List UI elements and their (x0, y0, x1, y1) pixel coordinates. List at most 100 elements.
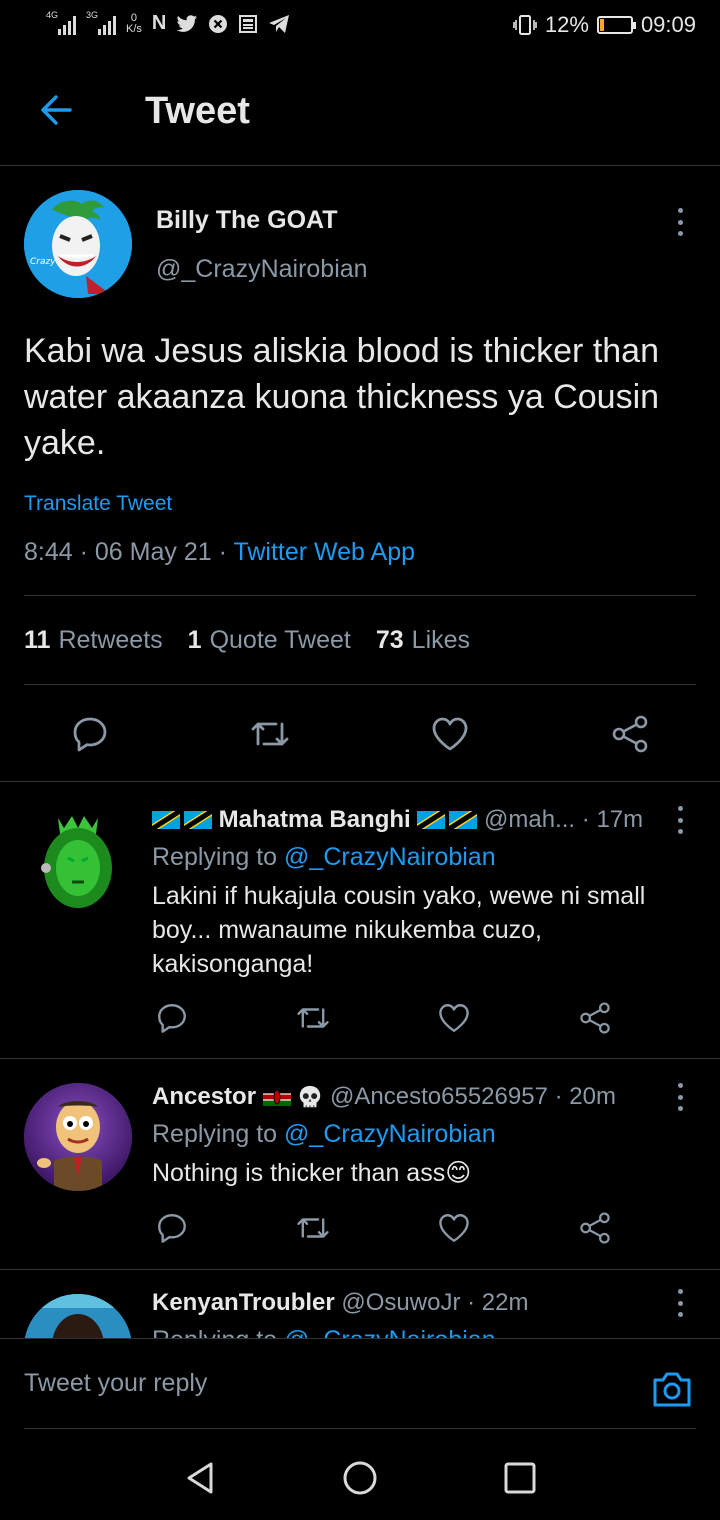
retweets-stat[interactable]: 11 Retweets (24, 626, 163, 655)
nav-back-button[interactable] (180, 1458, 220, 1498)
signal-icon-2 (98, 13, 116, 35)
replying-to: Replying to @_CrazyNairobian (152, 1120, 496, 1148)
heart-icon (439, 1214, 469, 1242)
reply-more-button[interactable] (670, 802, 690, 838)
reply-underline (24, 1428, 696, 1429)
network-type-1: 4G (46, 9, 59, 20)
reply-author-name[interactable]: Ancestor (152, 1083, 256, 1110)
battery-percent: 12% (544, 12, 589, 37)
replying-to-link[interactable]: @_CrazyNairobian (284, 1120, 496, 1148)
clock: 09:09 (640, 12, 696, 37)
telegram-icon (269, 14, 290, 33)
divider (0, 781, 720, 782)
twitter-bird-icon (176, 14, 198, 32)
kenya-flag-icon (262, 1088, 291, 1106)
reply-header: Ancestor @Ancesto65526957 · 20m (152, 1083, 616, 1110)
divider (0, 1269, 720, 1270)
svg-text:Crazy: Crazy (30, 257, 56, 267)
tweet-stats: 11 Retweets 1 Quote Tweet 73 Likes (24, 626, 470, 655)
share-button[interactable] (575, 998, 615, 1038)
reply-author-handle[interactable]: @OsuwoJr (341, 1289, 460, 1316)
tweet-meta: 8:44 · 06 May 21 · Twitter Web App (24, 538, 416, 566)
author-name[interactable]: Billy The GOAT (156, 206, 338, 235)
replying-to: Replying to @_CrazyNairobian (152, 843, 496, 871)
divider (24, 684, 696, 685)
back-button[interactable] (32, 86, 80, 134)
triangle-back-icon (187, 1462, 213, 1494)
nav-home-button[interactable] (340, 1458, 380, 1498)
translate-tweet-link[interactable]: Translate Tweet (24, 492, 172, 516)
tweet-time: 8:44 (24, 538, 73, 566)
joker-avatar-image: Crazy (24, 190, 132, 298)
author-avatar[interactable]: Crazy (24, 190, 132, 298)
network-speed: 0 K/s (126, 11, 142, 35)
share-button[interactable] (608, 712, 652, 756)
reply-icon (158, 1214, 186, 1243)
nfc-icon: N (151, 12, 167, 34)
reply-header: Mahatma Banghi @mah... · 17m (152, 806, 643, 834)
reply-header: KenyanTroubler @OsuwoJr · 22m (152, 1289, 529, 1316)
retweet-button[interactable] (293, 1208, 333, 1248)
author-handle[interactable]: @_CrazyNairobian (156, 255, 368, 284)
tweet-source-link[interactable]: Twitter Web App (233, 538, 415, 566)
tanzania-flag-icon (417, 811, 446, 829)
nav-recents-button[interactable] (500, 1458, 540, 1498)
reply-author-handle[interactable]: @mah... (484, 806, 575, 833)
retweet-icon (297, 1008, 329, 1028)
page-title: Tweet (145, 90, 250, 132)
reply-input[interactable]: Tweet your reply (24, 1369, 207, 1398)
reply-button[interactable] (152, 998, 192, 1038)
arrow-left-icon (41, 95, 72, 125)
tanzania-flag-icon (449, 811, 478, 829)
heart-icon (432, 717, 468, 751)
skull-icon (300, 1085, 321, 1108)
share-icon (580, 1002, 610, 1034)
tanzania-flag-icon (184, 811, 212, 829)
reply-avatar[interactable] (24, 806, 132, 914)
reply-author-handle[interactable]: @Ancesto65526957 (330, 1083, 548, 1110)
reply-icon (158, 1004, 186, 1033)
divider (0, 1058, 720, 1059)
like-button[interactable] (434, 998, 474, 1038)
replying-to-link[interactable]: @_CrazyNairobian (284, 843, 496, 871)
like-button[interactable] (434, 1208, 474, 1248)
tweet-date: 06 May 21 (94, 538, 212, 566)
reply-avatar[interactable] (24, 1083, 132, 1191)
heart-icon (439, 1004, 469, 1032)
reply-time: 22m (481, 1289, 529, 1316)
square-recents-icon (504, 1462, 536, 1494)
reply-author-name[interactable]: KenyanTroubler (152, 1289, 335, 1316)
reply-text: Nothing is thicker than ass😊 (152, 1159, 472, 1187)
like-button[interactable] (428, 712, 472, 756)
reply-button[interactable] (152, 1208, 192, 1248)
share-icon (580, 1212, 610, 1244)
reply-time: 17m (596, 806, 644, 833)
vibrate-icon (513, 15, 537, 35)
divider (24, 595, 696, 596)
reply-icon (73, 717, 107, 752)
likes-stat[interactable]: 73 Likes (376, 626, 470, 655)
retweet-button[interactable] (248, 712, 292, 756)
retweet-button[interactable] (293, 998, 333, 1038)
battery-icon (596, 16, 636, 34)
camera-button[interactable] (650, 1369, 694, 1409)
reply-button[interactable] (68, 712, 112, 756)
lion-avatar-image (24, 806, 132, 914)
share-button[interactable] (575, 1208, 615, 1248)
retweet-icon (251, 722, 289, 746)
reply-more-button[interactable] (670, 1285, 690, 1321)
reply-more-button[interactable] (670, 1079, 690, 1115)
tanzania-flag-icon (152, 811, 180, 829)
shield-x-icon (209, 14, 228, 33)
network-type-2: 3G (86, 9, 99, 20)
circle-home-icon (343, 1461, 377, 1495)
app-header: Tweet (0, 56, 720, 166)
quotes-stat[interactable]: 1 Quote Tweet (188, 626, 351, 655)
cartoon-avatar-image (24, 1083, 132, 1191)
reply-author-name[interactable]: Mahatma Banghi (219, 806, 411, 833)
news-icon (239, 14, 258, 33)
status-right: 12% 09:09 (513, 12, 696, 38)
reply-time: 20m (569, 1083, 616, 1110)
tweet-more-button[interactable] (670, 204, 690, 240)
retweet-icon (297, 1218, 329, 1238)
